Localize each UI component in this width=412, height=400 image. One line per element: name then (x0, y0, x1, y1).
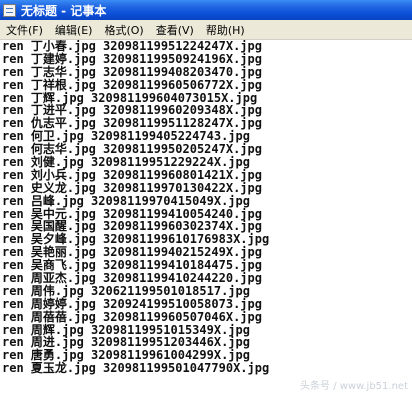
text-line: ren 刘健.jpg 32098119951229224X.jpg (2, 155, 250, 170)
text-line: ren 吕峰.jpg 32098119970415049X.jpg (2, 193, 250, 208)
menu-file[interactable]: 文件(F) (0, 22, 49, 38)
window-title: 无标题 - 记事本 (21, 3, 107, 18)
text-line: ren 刘小兵.jpg 32098119960801421X.jpg (2, 167, 262, 182)
text-line: ren 丁小春.jpg 32098119951224247X.jpg (2, 40, 262, 53)
title-bar: 无标题 - 记事本 (0, 0, 412, 20)
watermark: 头条号 / www.jb51.net (300, 381, 408, 392)
menu-help[interactable]: 帮助(H) (200, 22, 251, 38)
text-line: ren 丁建婷.jpg 32098119950924196X.jpg (2, 51, 262, 66)
text-line: ren 周亚杰.jpg 320981199410244220.jpg (2, 271, 262, 286)
text-line: ren 周伟.jpg 320621199501018517.jpg (2, 283, 250, 298)
text-line: ren 夏玉龙.jpg 320981199501047790X.jpg (2, 361, 270, 376)
menu-bar: 文件(F) 编辑(E) 格式(O) 查看(V) 帮助(H) (0, 20, 412, 40)
text-line: ren 丁志华.jpg 320981199408203470.jpg (2, 64, 262, 79)
text-editor[interactable]: ren 丁小春.jpg 32098119951224247X.jpg ren 丁… (0, 40, 412, 400)
text-line: ren 周蓓蓓.jpg 32098119960507046X.jpg (2, 309, 262, 324)
text-line: ren 丁祥根.jpg 32098119960506772X.jpg (2, 77, 262, 92)
menu-edit[interactable]: 编辑(E) (49, 22, 99, 38)
notepad-icon (3, 3, 16, 17)
text-line: ren 周婷婷.jpg 320924199510058073.jpg (2, 296, 262, 311)
menu-view[interactable]: 查看(V) (150, 22, 200, 38)
menu-format[interactable]: 格式(O) (98, 22, 149, 38)
text-line: ren 史义龙.jpg 32098119970130422X.jpg (2, 180, 262, 195)
